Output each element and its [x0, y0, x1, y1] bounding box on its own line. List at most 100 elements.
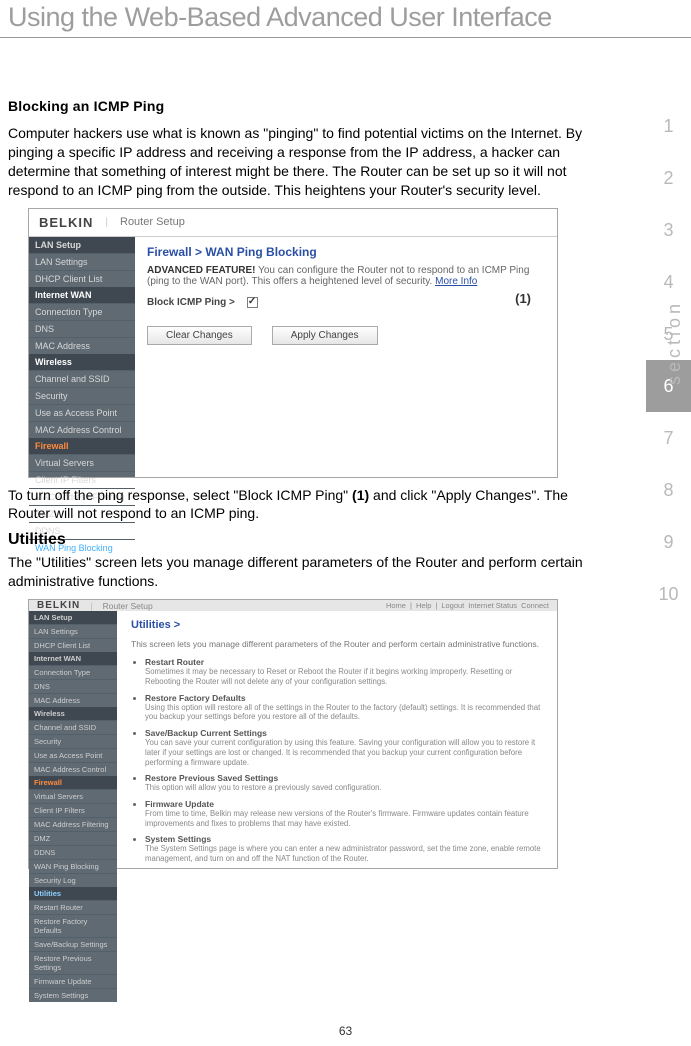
brand-subtitle: Router Setup	[120, 216, 185, 228]
sidebar-group-lan: LAN Setup	[29, 237, 135, 253]
sidebar-item[interactable]: Restore Previous Settings	[29, 951, 117, 974]
sidebar-item[interactable]: Use as Access Point	[29, 748, 117, 762]
list-item: System SettingsThe System Settings page …	[145, 834, 543, 863]
sidebar-group-lan: LAN Setup	[29, 611, 117, 624]
top-link[interactable]: Connect	[521, 601, 549, 610]
main-content: Blocking an ICMP Ping Computer hackers u…	[0, 38, 620, 869]
sidebar-item[interactable]: WAN Ping Blocking	[29, 859, 117, 873]
sidebar-item[interactable]: Firmware Update	[29, 974, 117, 988]
brand-logo: BELKIN	[39, 215, 93, 230]
sidebar-item[interactable]: DMZ	[29, 831, 117, 845]
list-item: Firmware UpdateFrom time to time, Belkin…	[145, 799, 543, 828]
util-desc: From time to time, Belkin may release ne…	[145, 809, 543, 828]
ss1-main: Firewall > WAN Ping Blocking ADVANCED FE…	[135, 237, 557, 477]
screenshot-utilities: BELKIN | Router Setup Home| Help| Logout…	[28, 599, 558, 869]
util-desc: Using this option will restore all of th…	[145, 703, 543, 722]
list-item: Restore Factory DefaultsUsing this optio…	[145, 693, 543, 722]
sidebar-item[interactable]: DHCP Client List	[29, 270, 135, 287]
top-link[interactable]: Home	[386, 601, 406, 610]
heading-blocking-icmp: Blocking an ICMP Ping	[8, 98, 600, 114]
brand-subtitle: Router Setup	[103, 601, 153, 611]
utilities-list: Restart RouterSometimes it may be necess…	[131, 657, 543, 864]
sidebar-group-wireless: Wireless	[29, 354, 135, 370]
section-nav-item[interactable]: 10	[646, 568, 691, 620]
section-nav-item[interactable]: 1	[646, 100, 691, 152]
sidebar-item[interactable]: Connection Type	[29, 665, 117, 679]
para-blocking: Computer hackers use what is known as "p…	[8, 124, 600, 200]
ss2-main: Utilities > This screen lets you manage …	[117, 611, 557, 1002]
para-after-bold: (1)	[352, 487, 369, 503]
sidebar-item[interactable]: Security	[29, 734, 117, 748]
sidebar-item[interactable]: DDNS	[29, 845, 117, 859]
sidebar-item[interactable]: Security Log	[29, 873, 117, 887]
list-item: Restore Previous Saved SettingsThis opti…	[145, 773, 543, 793]
section-nav-item[interactable]: 7	[646, 412, 691, 464]
sidebar-item[interactable]: Use as Access Point	[29, 404, 135, 421]
util-desc: This option will allow you to restore a …	[145, 783, 543, 793]
page-title: Using the Web-Based Advanced User Interf…	[0, 0, 691, 33]
util-desc: Sometimes it may be necessary to Reset o…	[145, 667, 543, 686]
sidebar-item[interactable]: Channel and SSID	[29, 370, 135, 387]
sidebar-group-firewall[interactable]: Firewall	[29, 438, 135, 454]
ss1-header: BELKIN | Router Setup	[29, 209, 557, 237]
sidebar-item[interactable]: Client IP Filters	[29, 803, 117, 817]
sidebar-item[interactable]: Restart Router	[29, 900, 117, 914]
sidebar-item[interactable]: System Settings	[29, 988, 117, 1002]
section-nav-item[interactable]: 2	[646, 152, 691, 204]
sidebar-group-utilities[interactable]: Utilities	[29, 887, 117, 900]
section-nav-item[interactable]: 9	[646, 516, 691, 568]
sidebar-item[interactable]: Save/Backup Settings	[29, 937, 117, 951]
sidebar-item[interactable]: LAN Settings	[29, 253, 135, 270]
block-icmp-label: Block ICMP Ping >	[147, 297, 235, 308]
util-desc: You can save your current configuration …	[145, 738, 543, 767]
section-nav-item[interactable]: 3	[646, 204, 691, 256]
screenshot-firewall-ping: BELKIN | Router Setup LAN Setup LAN Sett…	[28, 208, 558, 478]
top-link[interactable]: Internet Status	[468, 601, 517, 610]
sidebar-item[interactable]: MAC Address Control	[29, 762, 117, 776]
callout-marker-1: (1)	[515, 291, 531, 306]
sidebar-item[interactable]: MAC Address Filtering	[29, 817, 117, 831]
sidebar-item[interactable]: DHCP Client List	[29, 638, 117, 652]
section-nav-item[interactable]: 8	[646, 464, 691, 516]
list-item: Restart RouterSometimes it may be necess…	[145, 657, 543, 686]
more-info-link[interactable]: More Info	[435, 276, 477, 287]
sidebar-item[interactable]: MAC Address Control	[29, 421, 135, 438]
ss2-header: BELKIN | Router Setup Home| Help| Logout…	[29, 600, 557, 611]
sidebar-item[interactable]: MAC Address	[29, 337, 135, 354]
util-desc: The System Settings page is where you ca…	[145, 844, 543, 863]
sidebar-item[interactable]: MAC Address	[29, 693, 117, 707]
sidebar-item[interactable]: Security	[29, 387, 135, 404]
section-label: section	[664, 300, 685, 385]
util-title: Restart Router	[145, 657, 543, 667]
ss2-sidebar: LAN Setup LAN Settings DHCP Client List …	[29, 611, 117, 1002]
top-links: Home| Help| Logout Internet Status Conne…	[386, 601, 549, 610]
top-link[interactable]: Logout	[441, 601, 464, 610]
breadcrumb: Utilities >	[131, 619, 543, 631]
block-icmp-row: Block ICMP Ping >	[147, 297, 545, 308]
util-title: Save/Backup Current Settings	[145, 728, 543, 738]
brand-logo: BELKIN	[37, 600, 80, 611]
sidebar-group-wan: Internet WAN	[29, 287, 135, 303]
sidebar-item[interactable]: Virtual Servers	[29, 789, 117, 803]
sidebar-item[interactable]: Connection Type	[29, 303, 135, 320]
list-item: Save/Backup Current SettingsYou can save…	[145, 728, 543, 767]
top-link[interactable]: Help	[416, 601, 431, 610]
adv-label: ADVANCED FEATURE!	[147, 265, 256, 276]
util-title: Restore Previous Saved Settings	[145, 773, 543, 783]
apply-changes-button[interactable]: Apply Changes	[272, 326, 378, 345]
para-after-ss1: To turn off the ping response, select "B…	[8, 486, 600, 524]
sidebar-item[interactable]: DNS	[29, 679, 117, 693]
breadcrumb: Firewall > WAN Ping Blocking	[147, 245, 545, 259]
sidebar-item[interactable]: Virtual Servers	[29, 454, 135, 471]
util-title: Restore Factory Defaults	[145, 693, 543, 703]
sidebar-item[interactable]: DNS	[29, 320, 135, 337]
clear-changes-button[interactable]: Clear Changes	[147, 326, 252, 345]
block-icmp-checkbox[interactable]	[247, 297, 258, 308]
advanced-feature-text: ADVANCED FEATURE! You can configure the …	[147, 265, 545, 287]
sidebar-group-firewall[interactable]: Firewall	[29, 776, 117, 789]
sidebar-item[interactable]: Channel and SSID	[29, 720, 117, 734]
util-title: System Settings	[145, 834, 543, 844]
sidebar-item[interactable]: LAN Settings	[29, 624, 117, 638]
para-utilities: The "Utilities" screen lets you manage d…	[8, 553, 600, 591]
sidebar-item[interactable]: Restore Factory Defaults	[29, 914, 117, 937]
